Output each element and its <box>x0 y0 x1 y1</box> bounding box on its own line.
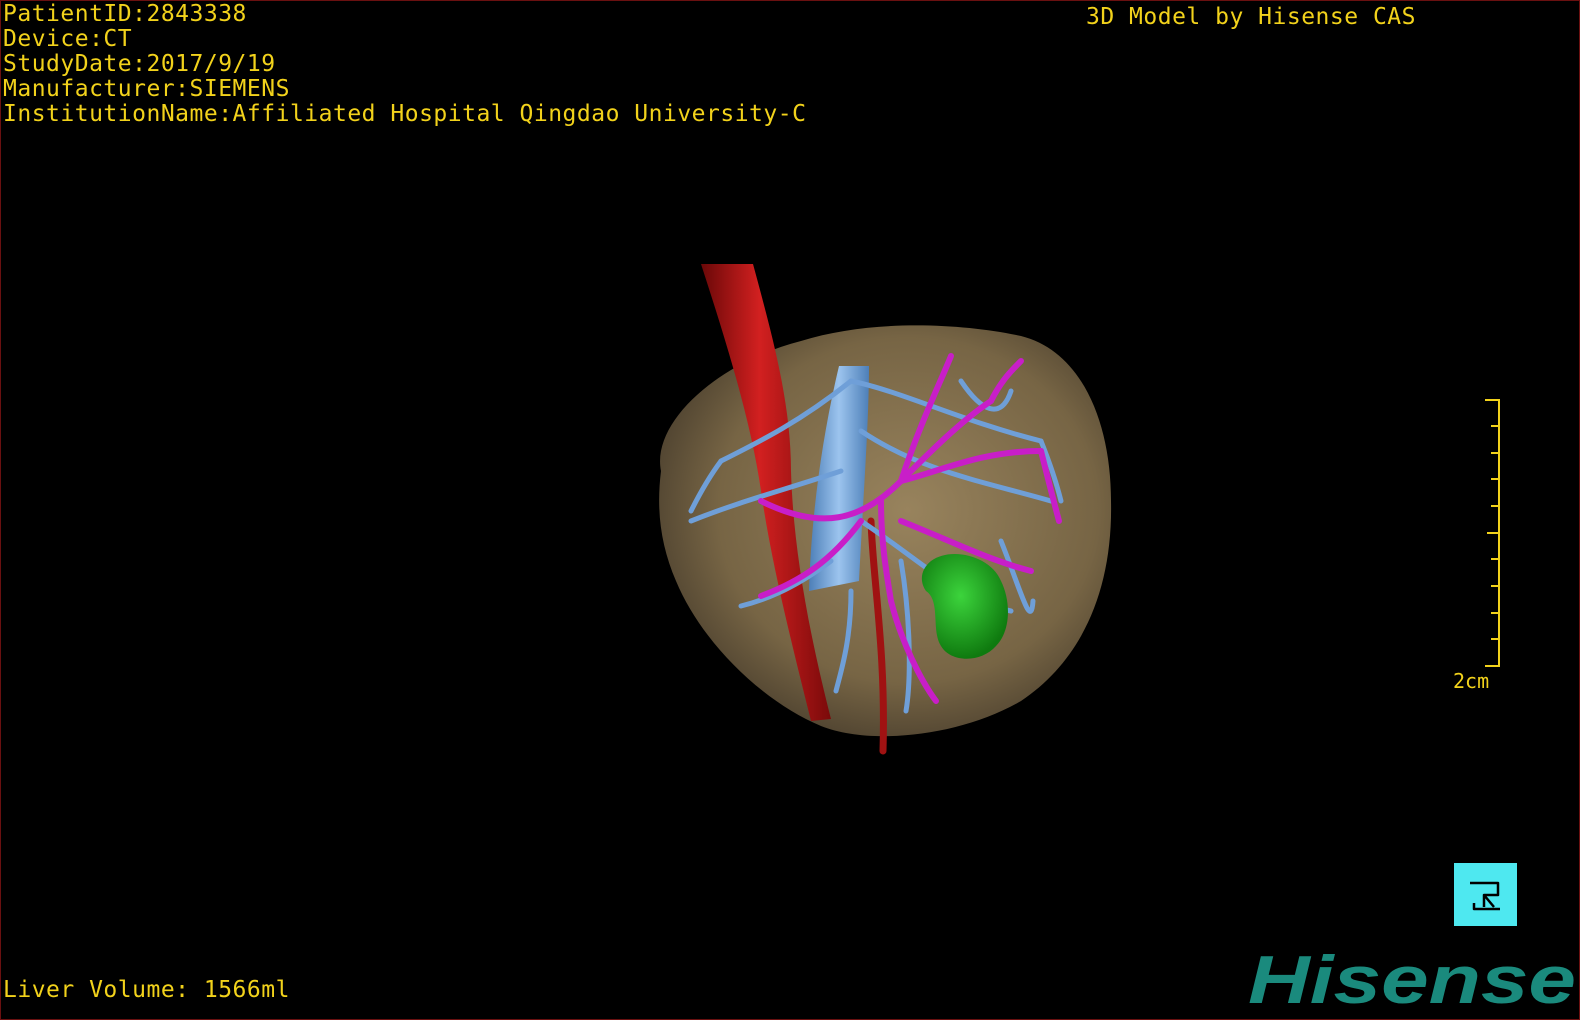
liver-3d-model[interactable] <box>1 1 1580 1020</box>
svg-text:Hisense: Hisense <box>1248 947 1576 1013</box>
dicom-info-overlay: PatientID:2843338 Device:CT StudyDate:20… <box>3 2 806 127</box>
device-text: Device:CT <box>3 26 133 52</box>
liver-volume-text: Liver Volume: 1566ml <box>3 977 290 1003</box>
scale-label: 2cm <box>1453 669 1490 693</box>
3d-viewport[interactable]: PatientID:2843338 Device:CT StudyDate:20… <box>0 0 1580 1020</box>
scale-ruler <box>1485 399 1500 667</box>
patient-id-text: PatientID:2843338 <box>3 1 247 27</box>
study-date-text: StudyDate:2017/9/19 <box>3 51 276 77</box>
manufacturer-text: Manufacturer:SIEMENS <box>3 76 290 102</box>
model-watermark: 3D Model by Hisense CAS <box>1086 4 1416 30</box>
institution-text: InstitutionName:Affiliated Hospital Qing… <box>3 101 807 127</box>
orientation-cube-icon[interactable] <box>1454 863 1517 926</box>
hisense-logo: Hisense <box>1248 947 1576 1013</box>
